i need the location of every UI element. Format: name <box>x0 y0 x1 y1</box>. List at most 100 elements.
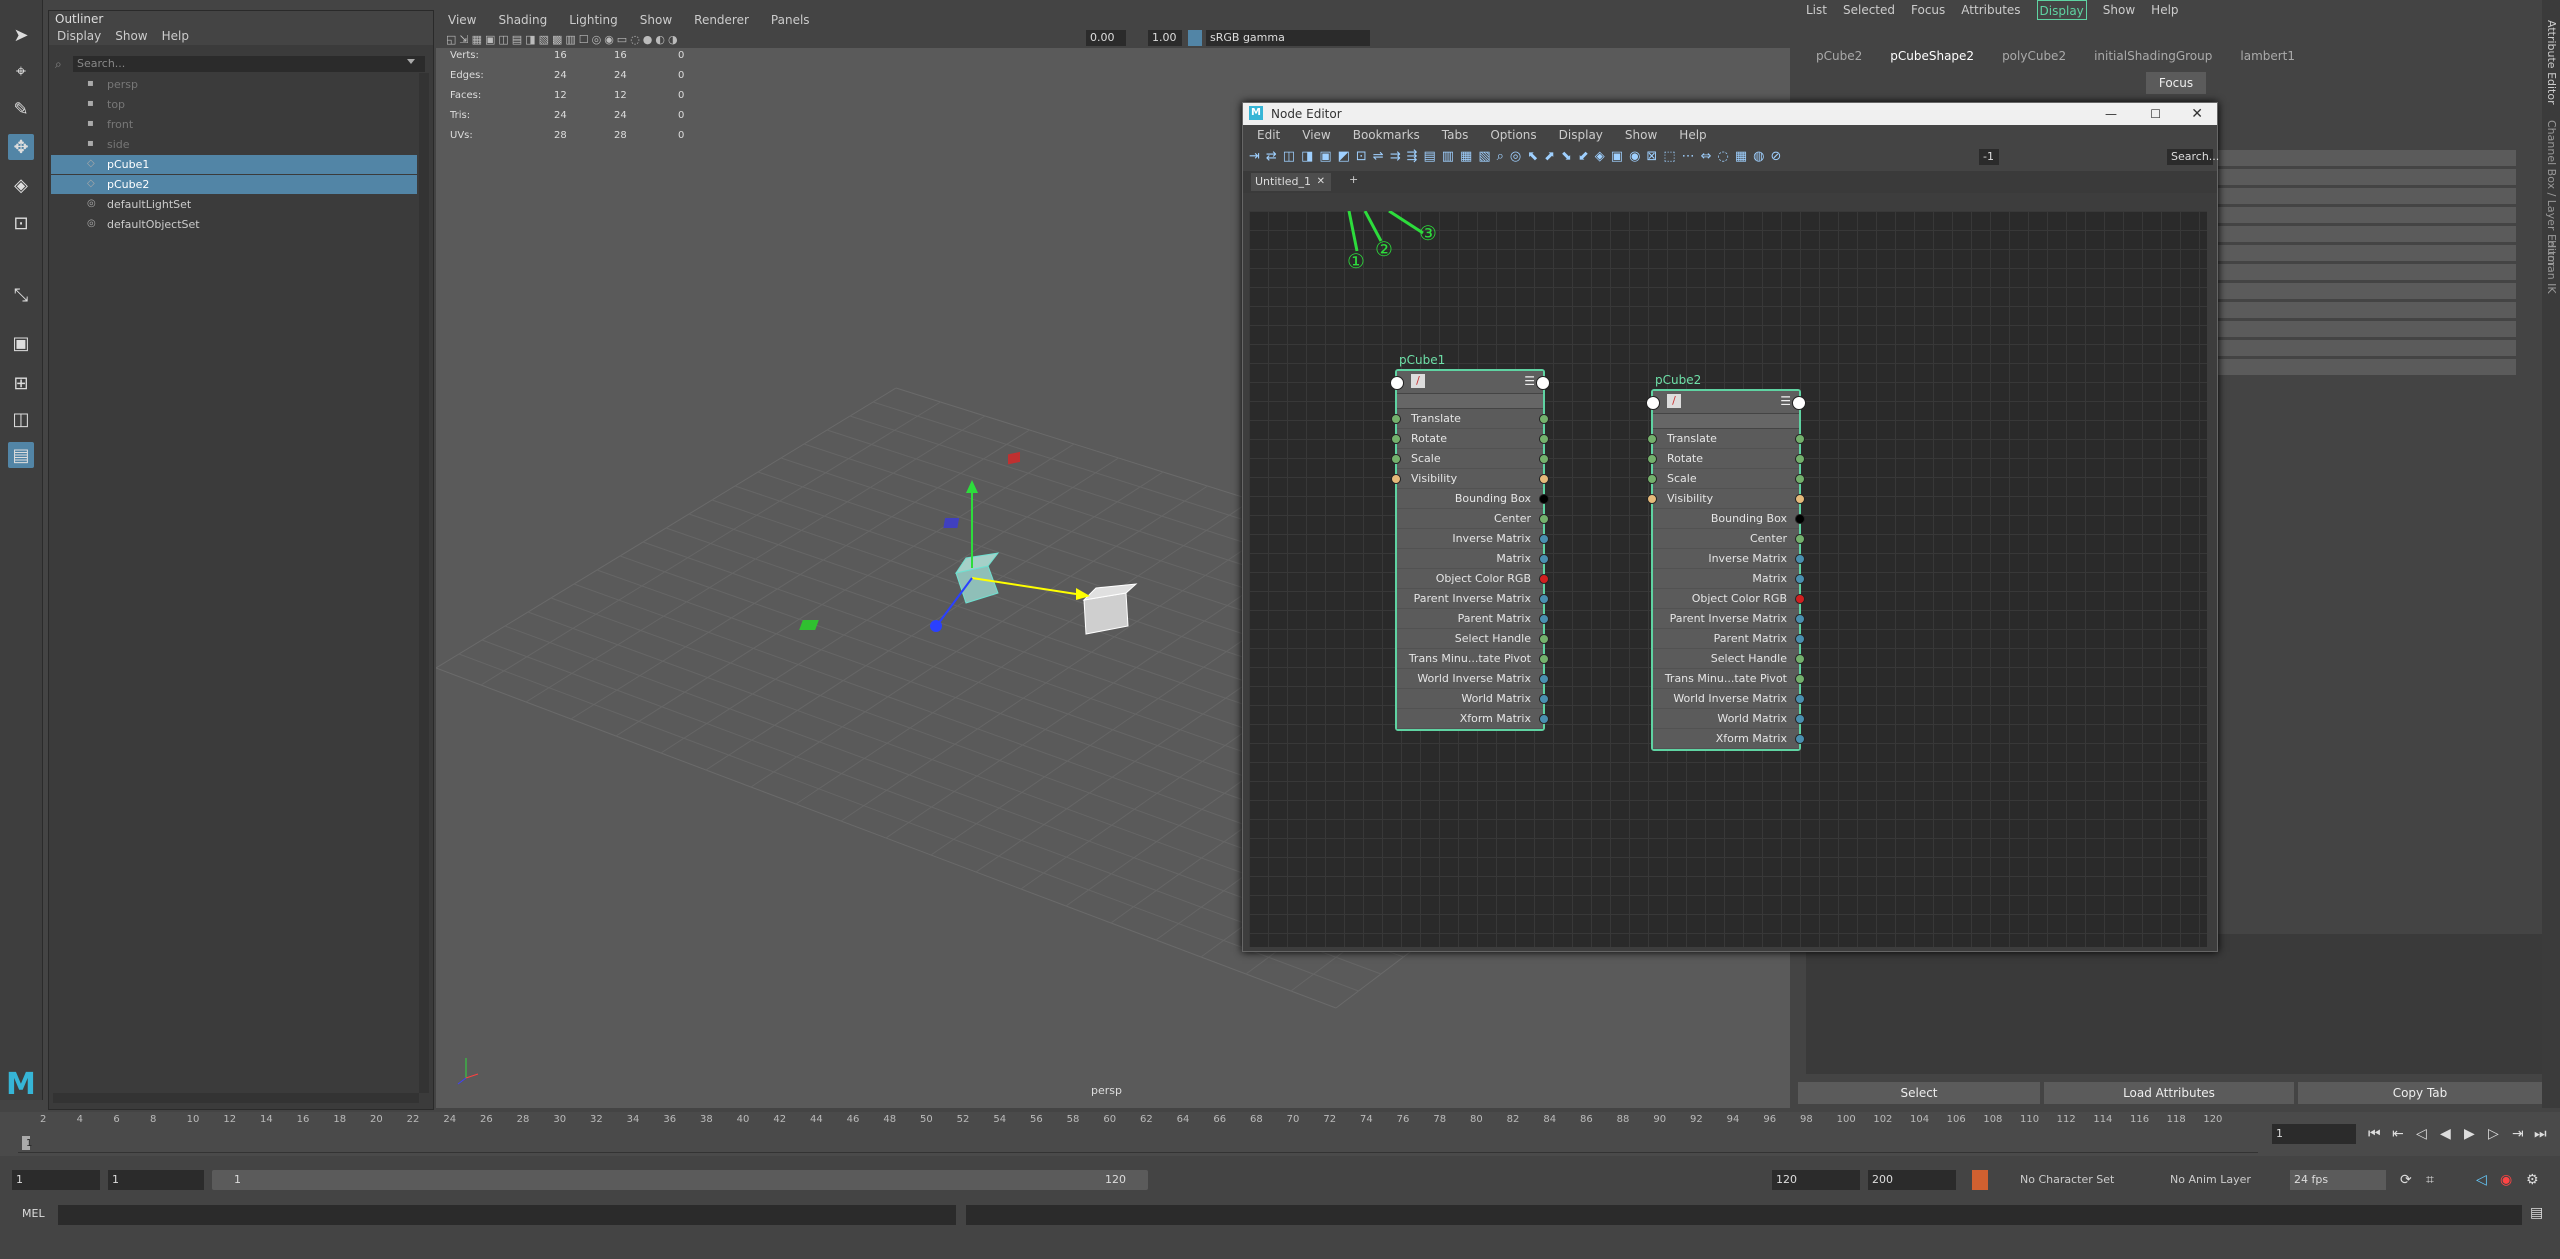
character-set-select[interactable]: No Character Set <box>2020 1170 2150 1190</box>
layout-four-icon[interactable]: ⊞ <box>8 370 34 396</box>
node-attr-output[interactable]: Xform Matrix <box>1653 729 1805 749</box>
viewport-tool-icons[interactable]: ◱⇲▦▣◫▤◨▧▩▥☐◎◉▭◌●◐◑ <box>446 33 1126 46</box>
node-attr-output[interactable]: World Matrix <box>1653 709 1805 729</box>
maximize-icon[interactable]: ☐ <box>2150 103 2161 125</box>
step-back-frame-icon[interactable]: ◁ <box>2416 1126 2427 1142</box>
ae-tab-pcubeshape2[interactable]: pCubeShape2 <box>1876 44 1988 68</box>
key-icon[interactable]: ⌗ <box>2426 1172 2434 1188</box>
play-backward-icon[interactable]: ◀ <box>2440 1126 2451 1142</box>
node-attr-output[interactable]: Trans Minu...tate Pivot <box>1653 669 1805 689</box>
vp-menu-show[interactable]: Show <box>640 10 672 30</box>
node-attr-output[interactable]: World Inverse Matrix <box>1397 669 1549 689</box>
ne-menu-display[interactable]: Display <box>1559 125 1603 145</box>
outliner-item[interactable]: ◎ defaultLightSet <box>51 195 417 214</box>
range-slider[interactable]: 1 120 <box>212 1170 1148 1190</box>
attr-input-port[interactable] <box>1647 434 1657 444</box>
node-attr-input[interactable]: Visibility <box>1391 469 1549 489</box>
side-tab-attribute-editor[interactable]: Attribute Editor <box>2545 20 2558 105</box>
attr-input-port[interactable] <box>1391 454 1401 464</box>
node-header[interactable]: / ☰ <box>1646 391 1806 414</box>
attr-output-port[interactable] <box>1539 714 1549 724</box>
step-forward-key-icon[interactable]: ⇥ <box>2512 1126 2524 1142</box>
attr-output-port[interactable] <box>1795 654 1805 664</box>
node-attr-output[interactable]: Parent Matrix <box>1397 609 1549 629</box>
node-attr-input[interactable]: Translate <box>1647 429 1805 449</box>
ne-menu-view[interactable]: View <box>1302 125 1330 145</box>
layout-two-icon[interactable]: ◫ <box>8 406 34 432</box>
outliner-item[interactable]: ◎ defaultObjectSet <box>51 215 417 234</box>
vp-menu-view[interactable]: View <box>448 10 476 30</box>
ae-menu-selected[interactable]: Selected <box>1843 0 1895 20</box>
node-attr-input[interactable]: Scale <box>1647 469 1805 489</box>
attr-output-port[interactable] <box>1795 454 1805 464</box>
auto-key-icon[interactable] <box>1972 1170 1988 1190</box>
scale-tool-icon[interactable]: ⊡ <box>8 210 34 236</box>
outliner-item[interactable]: ▪ front <box>51 115 417 134</box>
ae-tab-lambert1[interactable]: lambert1 <box>2226 44 2309 68</box>
node-attr-output[interactable]: Inverse Matrix <box>1653 549 1805 569</box>
node-header[interactable]: / ☰ <box>1390 371 1550 394</box>
attr-output-port[interactable] <box>1795 494 1805 504</box>
ne-menu-options[interactable]: Options <box>1490 125 1536 145</box>
vp-menu-lighting[interactable]: Lighting <box>569 10 618 30</box>
attr-output-port[interactable] <box>1539 494 1549 504</box>
outliner-item[interactable]: ◇ pCube2 <box>51 175 417 194</box>
vp-menu-shading[interactable]: Shading <box>498 10 547 30</box>
ae-menu-display[interactable]: Display <box>2036 0 2087 20</box>
node-attr-output[interactable]: World Inverse Matrix <box>1653 689 1805 709</box>
attr-output-port[interactable] <box>1795 694 1805 704</box>
time-slider[interactable]: 2 4 6 8 10 12 14 16 18 20 22 24 26 28 30 32 34 36 38 40 42 44… <box>0 1112 2560 1156</box>
node-input-port[interactable] <box>1646 396 1660 410</box>
attr-output-port[interactable] <box>1795 514 1805 524</box>
loop-icon[interactable]: ⟳ <box>2400 1172 2412 1188</box>
node-attr-output[interactable]: Center <box>1397 509 1549 529</box>
fps-select[interactable]: 24 fps <box>2290 1170 2386 1190</box>
attr-output-port[interactable] <box>1795 734 1805 744</box>
frame-field[interactable]: -1 <box>1979 149 1999 165</box>
layout-single-icon[interactable]: ▣ <box>8 330 34 356</box>
focus-button[interactable]: Focus <box>2146 72 2206 94</box>
node-attr-output[interactable]: World Matrix <box>1397 689 1549 709</box>
node-attr-input[interactable]: Rotate <box>1391 429 1549 449</box>
soft-mod-icon[interactable]: ⤡ <box>8 282 34 308</box>
node-editor-tool-icons[interactable]: ⇥⇄◫◨▣◩⊡⇌⇉⇶▤▥▦▧⌕◎⬉⬈⬊⬋◈▣◉⊠⬚⋯⇔◌▦◍⊘ <box>1249 149 2089 165</box>
ae-tab-polycube2[interactable]: polyCube2 <box>1988 44 2080 68</box>
outliner-scrollbar[interactable] <box>419 73 429 1093</box>
outliner-item[interactable]: ▪ persp <box>51 75 417 94</box>
node-menu-icon[interactable]: ☰ <box>1780 394 1791 408</box>
node-name[interactable]: pCube1 <box>1399 353 1445 367</box>
play-forward-icon[interactable]: ▶ <box>2464 1126 2475 1142</box>
attr-output-port[interactable] <box>1539 514 1549 524</box>
select-tool-icon[interactable]: ➤ <box>8 22 34 48</box>
outliner-menu-show[interactable]: Show <box>115 27 147 45</box>
attr-output-port[interactable] <box>1539 434 1549 444</box>
ae-tab-initialshadinggroup[interactable]: initialShadingGroup <box>2080 44 2226 68</box>
node-attr-output[interactable]: Matrix <box>1653 569 1805 589</box>
attr-output-port[interactable] <box>1539 474 1549 484</box>
node-editor-titlebar[interactable]: M Node Editor — ☐ ✕ <box>1243 103 2217 125</box>
ae-menu-list[interactable]: List <box>1806 0 1827 20</box>
gamma-field[interactable]: 1.00 <box>1148 30 1182 46</box>
attr-output-port[interactable] <box>1795 574 1805 584</box>
ae-menu-help[interactable]: Help <box>2151 0 2178 20</box>
outliner-h-scrollbar[interactable] <box>53 1093 419 1103</box>
move-tool-icon[interactable]: ✥ <box>8 134 34 160</box>
attr-output-port[interactable] <box>1539 554 1549 564</box>
tab-add-button[interactable]: + <box>1349 173 1358 186</box>
ae-menu-attributes[interactable]: Attributes <box>1961 0 2020 20</box>
node-attr-output[interactable]: Object Color RGB <box>1653 589 1805 609</box>
attr-output-port[interactable] <box>1539 454 1549 464</box>
tab-untitled-1[interactable]: Untitled_1 ✕ <box>1251 173 1331 191</box>
attr-output-port[interactable] <box>1795 554 1805 564</box>
node-input-port[interactable] <box>1390 376 1404 390</box>
attr-output-port[interactable] <box>1539 654 1549 664</box>
lasso-tool-icon[interactable]: ⌖ <box>8 58 34 84</box>
node-attr-output[interactable]: Bounding Box <box>1653 509 1805 529</box>
attr-output-port[interactable] <box>1539 694 1549 704</box>
outliner-menu-help[interactable]: Help <box>162 27 189 45</box>
close-icon[interactable]: ✕ <box>2191 103 2203 125</box>
node-pcube1[interactable]: pCube1/☰ Translate Rotate Scale Visibility Bo… <box>1390 353 1550 731</box>
cache-icon[interactable]: ◉ <box>2500 1172 2512 1188</box>
rotate-tool-icon[interactable]: ◈ <box>8 172 34 198</box>
current-frame-field[interactable]: 1 <box>2272 1124 2356 1144</box>
